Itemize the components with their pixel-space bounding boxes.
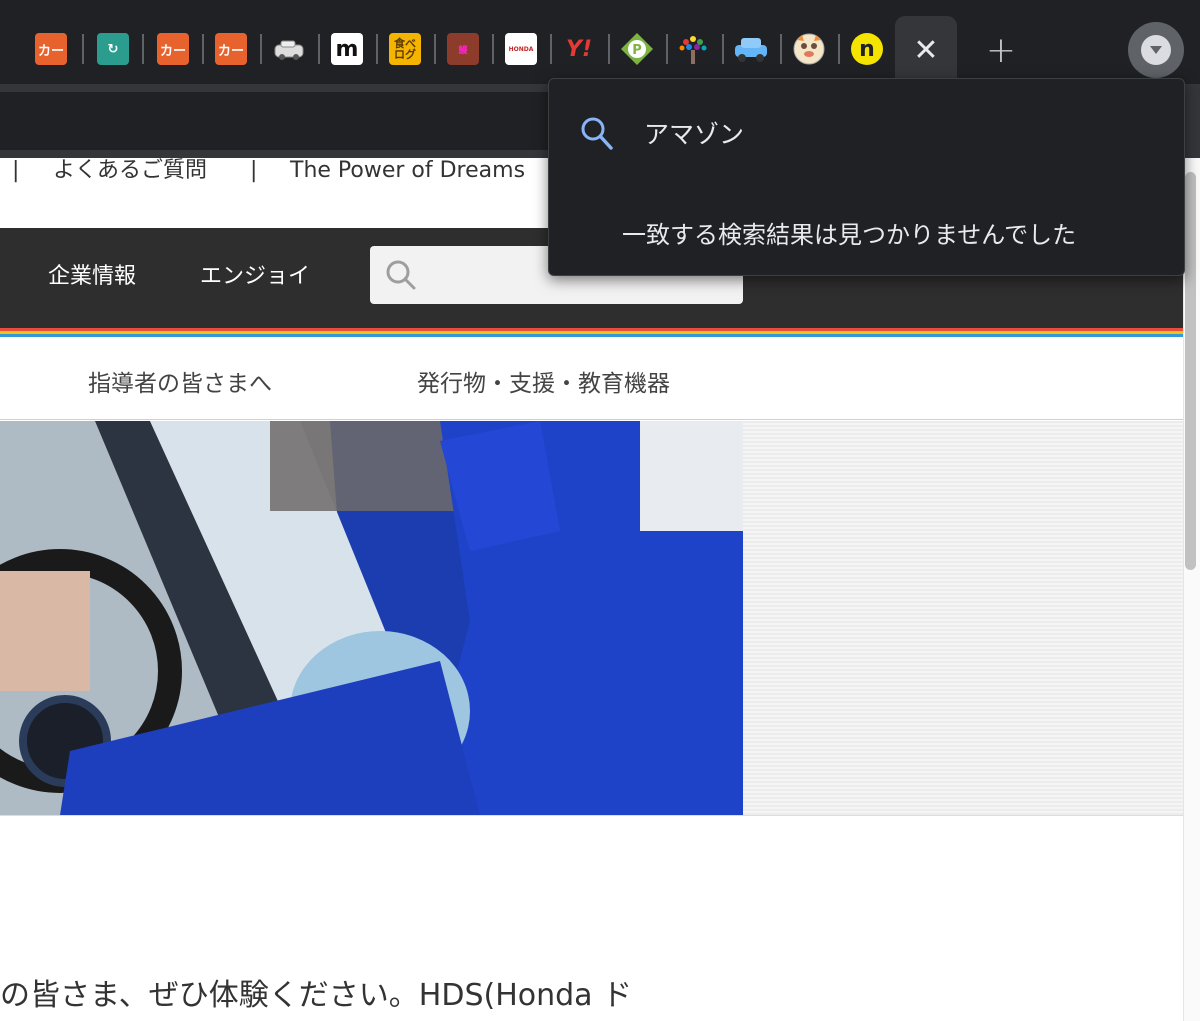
kar-orange-icon: カー [215, 33, 247, 65]
tab-strip: カー ↻ カー カー m 食べログ 鰻 HONDA Y! P n ✕ + [0, 0, 1200, 84]
close-icon[interactable]: ✕ [905, 28, 947, 72]
no-results-message: 一致する検索結果は見つかりませんでした [622, 221, 1077, 249]
yahoo-icon: Y! [566, 36, 592, 62]
honda-icon: HONDA [505, 33, 537, 65]
tab-separator [492, 34, 494, 64]
blue-car-icon [735, 38, 767, 62]
nav-divider: | [12, 158, 20, 183]
search-icon [581, 117, 613, 150]
parking-diamond-icon: P [621, 33, 653, 65]
sub-nav: 指導者の皆さまへ 発行物・支援・教育機器 [0, 340, 1183, 420]
car-sketch-icon [274, 40, 304, 60]
search-icon [386, 260, 416, 290]
tab-separator [202, 34, 204, 64]
scrollbar-thumb[interactable] [1185, 172, 1196, 570]
tab-search-dropdown: アマゾン 一致する検索結果は見つかりませんでした [548, 78, 1185, 276]
tab-separator [666, 34, 668, 64]
kar-orange-icon: カー [35, 33, 67, 65]
tab-separator [142, 34, 144, 64]
tab-separator [376, 34, 378, 64]
hero-image [0, 421, 743, 815]
tab[interactable]: n [844, 26, 890, 72]
tab-search-button[interactable] [1128, 22, 1184, 78]
nav-company-info[interactable]: 企業情報 [48, 262, 136, 292]
teal-arrow-icon: ↻ [97, 33, 129, 65]
nav-enjoy[interactable]: エンジョイ [200, 262, 310, 292]
tab[interactable]: P [614, 26, 660, 72]
sub-nav-publications[interactable]: 発行物・支援・教育機器 [417, 364, 670, 398]
new-tab-button[interactable]: + [980, 28, 1022, 72]
hero-side-panel [743, 421, 1183, 815]
tab-separator [838, 34, 840, 64]
tab[interactable]: m [324, 26, 370, 72]
tab[interactable]: カー [28, 26, 74, 72]
tab-separator [82, 34, 84, 64]
faq-link[interactable]: よくあるご質問 [53, 158, 207, 184]
driver-photo [0, 421, 743, 815]
tab[interactable]: カー [208, 26, 254, 72]
tab-separator [318, 34, 320, 64]
n-yellow-icon: n [851, 33, 883, 65]
tab[interactable] [266, 26, 312, 72]
tab[interactable] [670, 26, 716, 72]
nav-divider: | [250, 158, 258, 183]
divider [0, 815, 1183, 816]
tab[interactable]: 鰻 [440, 26, 486, 72]
tab-search-input[interactable]: アマゾン [644, 115, 744, 151]
tree-icon [679, 36, 707, 64]
tab-separator [434, 34, 436, 64]
chevron-down-icon [1141, 35, 1171, 65]
animal-face-icon [793, 33, 825, 65]
tab[interactable]: 食べログ [382, 26, 428, 72]
browser-window: { "tabstrip": { "tabs": [ {"icon": "kar-… [0, 0, 1200, 1021]
color-stripes [0, 328, 1183, 340]
tab[interactable]: Y! [556, 26, 602, 72]
tab-separator [780, 34, 782, 64]
body-text: の皆さま、ぜひ体験ください。HDS(Honda ド [0, 978, 633, 1013]
tab-separator [722, 34, 724, 64]
tab[interactable]: ↻ [90, 26, 136, 72]
tab[interactable]: カー [150, 26, 196, 72]
m-letter-icon: m [331, 33, 363, 65]
sub-nav-instructors[interactable]: 指導者の皆さまへ [88, 364, 272, 398]
power-of-dreams-link[interactable]: The Power of Dreams [290, 158, 525, 184]
tab[interactable]: HONDA [498, 26, 544, 72]
svg-text:P: P [632, 43, 642, 58]
kar-orange-icon: カー [157, 33, 189, 65]
tab[interactable] [728, 26, 774, 72]
calligraphy-icon: 鰻 [447, 33, 479, 65]
stripe-blue [0, 334, 1183, 337]
tab-separator [550, 34, 552, 64]
tab-separator [608, 34, 610, 64]
tabelog-icon: 食べログ [389, 33, 421, 65]
tab[interactable] [786, 26, 832, 72]
tab-separator [260, 34, 262, 64]
